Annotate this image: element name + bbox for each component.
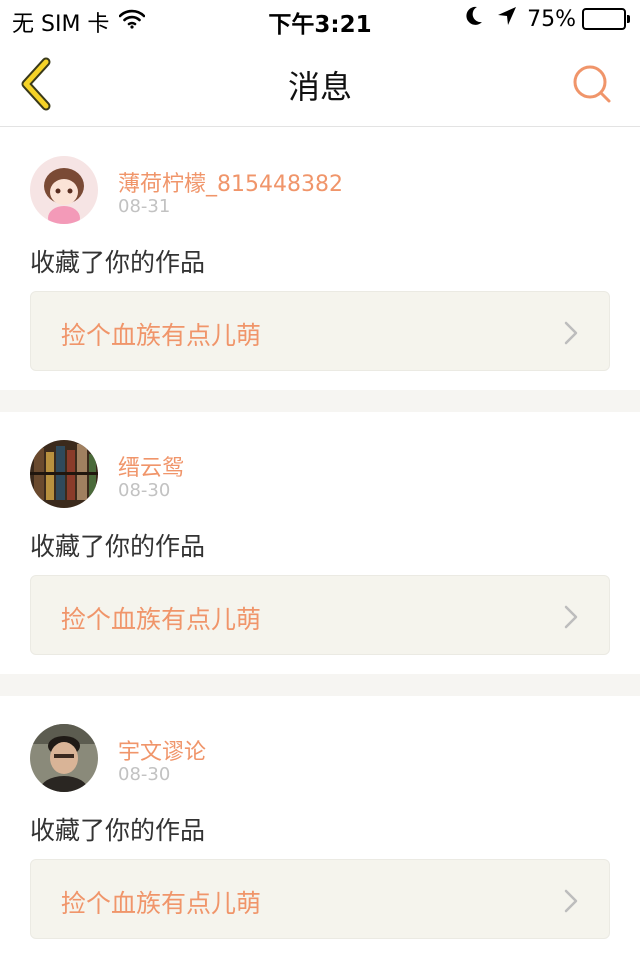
location-arrow-icon — [497, 6, 517, 32]
message-item: 薄荷柠檬_815448382 08-31 收藏了你的作品 捡个血族有点儿萌 — [0, 128, 640, 390]
message-list: 薄荷柠檬_815448382 08-31 收藏了你的作品 捡个血族有点儿萌 缙云… — [0, 128, 640, 958]
message-date: 08-30 — [118, 764, 171, 785]
battery-percent: 75% — [527, 6, 576, 32]
chevron-right-icon — [563, 604, 579, 630]
status-right: 75% — [465, 6, 630, 32]
search-button[interactable] — [570, 62, 614, 106]
action-text: 收藏了你的作品 — [30, 532, 206, 561]
message-item: 宇文谬论 08-30 收藏了你的作品 捡个血族有点儿萌 — [0, 696, 640, 958]
action-text: 收藏了你的作品 — [30, 248, 206, 277]
page-title: 消息 — [287, 68, 352, 106]
moon-icon — [465, 6, 483, 32]
avatar[interactable] — [30, 724, 98, 792]
search-icon — [570, 65, 614, 110]
action-text: 收藏了你的作品 — [30, 816, 206, 845]
chevron-right-icon — [563, 320, 579, 346]
battery-icon — [582, 8, 630, 30]
work-link[interactable]: 捡个血族有点儿萌 — [30, 575, 610, 655]
separator — [0, 674, 640, 696]
username[interactable]: 薄荷柠檬_815448382 — [118, 166, 343, 198]
username[interactable]: 宇文谬论 — [118, 734, 206, 766]
status-bar: 无 SIM 卡 下午3:21 75% — [0, 0, 640, 40]
message-date: 08-31 — [118, 196, 171, 217]
chevron-right-icon — [563, 888, 579, 914]
work-title: 捡个血族有点儿萌 — [61, 889, 262, 918]
work-title: 捡个血族有点儿萌 — [61, 605, 262, 634]
username[interactable]: 缙云鸳 — [118, 450, 184, 482]
message-item: 缙云鸳 08-30 收藏了你的作品 捡个血族有点儿萌 — [0, 412, 640, 674]
message-date: 08-30 — [118, 480, 171, 501]
avatar[interactable] — [30, 440, 98, 508]
avatar[interactable] — [30, 156, 98, 224]
work-link[interactable]: 捡个血族有点儿萌 — [30, 291, 610, 371]
separator — [0, 390, 640, 412]
work-title: 捡个血族有点儿萌 — [61, 321, 262, 350]
nav-bar: 消息 — [0, 40, 640, 127]
work-link[interactable]: 捡个血族有点儿萌 — [30, 859, 610, 939]
